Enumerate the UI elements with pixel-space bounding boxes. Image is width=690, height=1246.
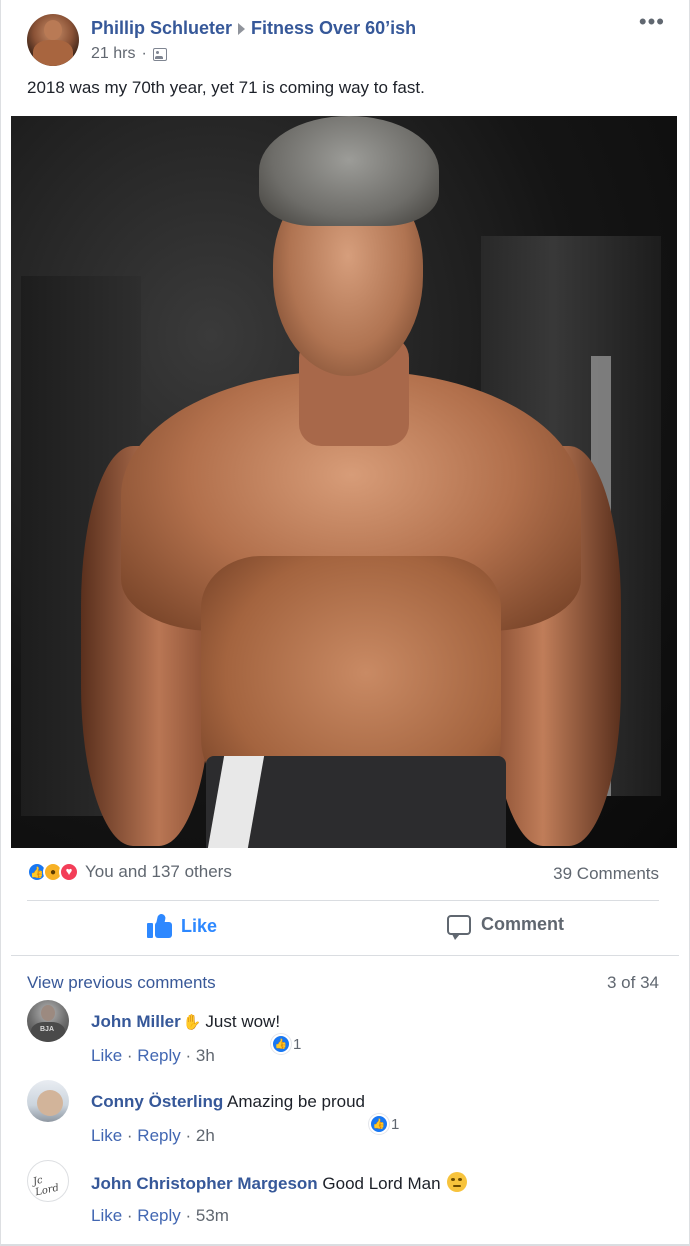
comment-like-link[interactable]: Like (91, 1046, 122, 1065)
comment-actions: Like · Reply · 3h (91, 1046, 215, 1065)
reactions-summary[interactable]: 👍 ● ♥ You and 137 others (27, 862, 232, 882)
comments-page-count: 3 of 34 (607, 973, 659, 992)
comment-reply-link[interactable]: Reply (137, 1126, 180, 1145)
like-button[interactable]: Like (147, 913, 218, 938)
like-reaction-icon: 👍 (271, 1034, 291, 1054)
waving-hand-icon: ✋ (182, 1014, 202, 1031)
eye-roll-emoji-icon (446, 1172, 467, 1192)
post-photo[interactable] (11, 116, 677, 848)
avatar-head (44, 20, 62, 40)
commenter-name[interactable]: John Miller (91, 1012, 181, 1031)
divider (27, 900, 659, 901)
comment-text: Just wow! (205, 1012, 281, 1031)
commenter-avatar[interactable] (27, 1080, 69, 1122)
love-reaction-icon: ♥ (59, 862, 79, 882)
comment-body: John Christopher Margeson Good Lord Man (91, 1172, 467, 1194)
like-button-label: Like (181, 915, 218, 936)
commenter-name[interactable]: Conny Österling (91, 1092, 223, 1111)
comment-reply-link[interactable]: Reply (137, 1046, 180, 1065)
comment-like-link[interactable]: Like (91, 1126, 122, 1145)
like-reaction-icon: 👍 (369, 1114, 389, 1134)
author-avatar[interactable] (27, 14, 79, 66)
comment-reply-link[interactable]: Reply (137, 1206, 180, 1225)
meta-separator: · (141, 45, 147, 62)
author-name[interactable]: Phillip Schlueter (91, 18, 232, 38)
post-meta: 21 hrs · (91, 45, 167, 63)
signature-image: Jc Lord (32, 1174, 60, 1199)
comment-time[interactable]: 2h (196, 1126, 215, 1145)
post-time[interactable]: 21 hrs (91, 45, 135, 63)
comment-reaction-number: 1 (391, 1115, 400, 1133)
photo-hair (259, 116, 439, 226)
comment-button[interactable]: Comment (447, 914, 565, 940)
commenter-avatar[interactable]: Jc Lord (27, 1160, 69, 1202)
avatar-torso (33, 40, 73, 66)
thumbs-up-icon (147, 913, 173, 938)
commenter-name[interactable]: John Christopher Margeson (91, 1174, 318, 1193)
comment-bubble-icon (447, 914, 471, 940)
more-options-button[interactable]: ••• (639, 11, 665, 33)
post-card: Phillip Schlueter Fitness Over 60’ish 21 … (0, 0, 690, 1246)
reactions-text[interactable]: You and 137 others (85, 862, 232, 882)
comment-actions: Like · Reply · 53m (91, 1206, 229, 1225)
comment-time[interactable]: 53m (196, 1206, 229, 1225)
comment-reaction-count[interactable]: 👍 1 (369, 1114, 399, 1134)
comment-button-label: Comment (481, 914, 565, 934)
comment-like-link[interactable]: Like (91, 1206, 122, 1225)
comment-reaction-count[interactable]: 👍 1 (271, 1034, 301, 1054)
comment-reaction-number: 1 (293, 1035, 302, 1053)
comment-body: Conny Österling Amazing be proud (91, 1092, 365, 1112)
comment-body: John Miller ✋ Just wow! (91, 1012, 280, 1032)
comment-time[interactable]: 3h (196, 1046, 215, 1065)
post-text: 2018 was my 70th year, yet 71 is coming … (27, 78, 425, 97)
comments-count[interactable]: 39 Comments (553, 864, 659, 884)
commenter-avatar[interactable] (27, 1000, 69, 1042)
comment-text: Amazing be proud (227, 1092, 366, 1111)
comment-actions: Like · Reply · 2h (91, 1126, 215, 1145)
post-header: Phillip Schlueter Fitness Over 60’ish (91, 18, 416, 39)
arrow-right-icon (238, 22, 246, 35)
group-name[interactable]: Fitness Over 60’ish (251, 18, 416, 38)
view-previous-comments-link[interactable]: View previous comments (27, 973, 216, 993)
comment-text: Good Lord Man (322, 1174, 441, 1193)
group-audience-icon (152, 47, 167, 61)
divider (11, 955, 679, 956)
